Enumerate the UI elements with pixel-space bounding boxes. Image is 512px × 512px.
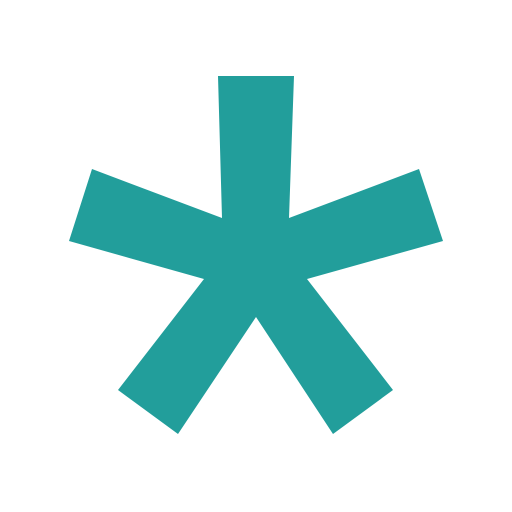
asterisk-shape <box>69 76 443 434</box>
asterisk-icon <box>69 76 443 434</box>
icon-canvas <box>0 0 512 512</box>
